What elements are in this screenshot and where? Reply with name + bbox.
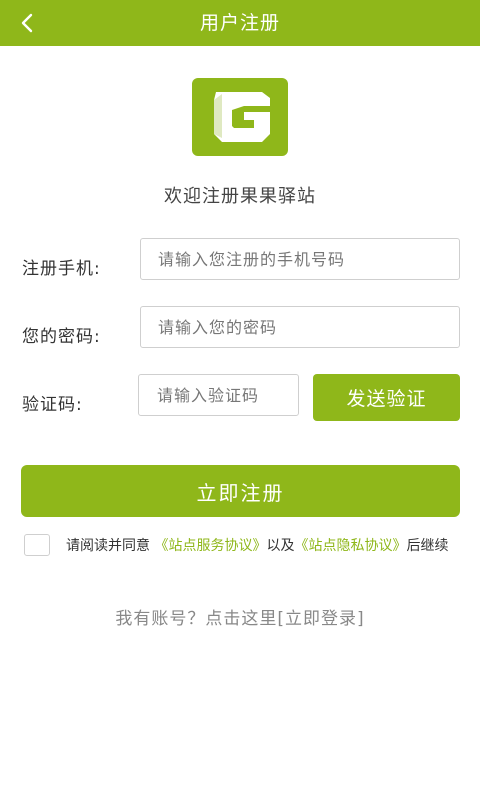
agreement-checkbox[interactable] <box>24 534 50 556</box>
app-logo-icon <box>192 78 288 156</box>
agreement-suffix: 后继续 <box>406 538 449 554</box>
agreement-text: 请阅读并同意 《站点服务协议》以及《站点隐私协议》后继续 <box>22 532 464 560</box>
app-header: 用户注册 <box>0 0 480 46</box>
agreement-middle: 以及 <box>266 538 295 554</box>
verification-code-input[interactable] <box>138 374 299 416</box>
phone-label: 注册手机: <box>22 259 101 279</box>
service-agreement-link[interactable]: 《站点服务协议》 <box>154 538 266 554</box>
phone-input[interactable] <box>140 238 460 280</box>
welcome-text: 欢迎注册果果驿站 <box>164 186 316 207</box>
send-code-button[interactable]: 发送验证 <box>313 374 460 421</box>
password-input[interactable] <box>140 306 460 348</box>
privacy-agreement-link[interactable]: 《站点隐私协议》 <box>294 538 406 554</box>
login-link[interactable]: 我有账号？点击这里[立即登录] <box>0 604 480 629</box>
page-title: 用户注册 <box>199 12 280 34</box>
agreement-prefix: 请阅读并同意 <box>66 538 150 554</box>
password-label: 您的密码: <box>22 327 101 347</box>
code-label: 验证码: <box>22 395 83 415</box>
register-button[interactable]: 立即注册 <box>21 465 460 517</box>
